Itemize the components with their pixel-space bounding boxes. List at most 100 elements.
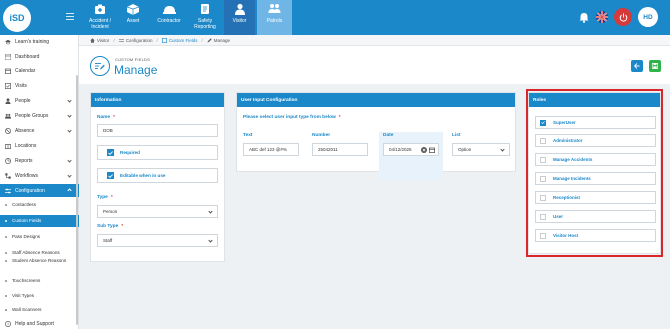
sidebar-subitem-wall-scanners[interactable]: Wall Scanners — [0, 305, 79, 315]
required-checkbox-row[interactable]: Required — [97, 145, 218, 160]
bullet-dot — [5, 280, 7, 282]
required-asterisk: * — [121, 224, 124, 229]
group-icon — [5, 113, 11, 119]
type-label: Type * — [97, 195, 113, 200]
sidebar-item-locations[interactable]: Locations — [0, 140, 79, 152]
sidebar-item-workflows[interactable]: Workflows — [0, 170, 79, 182]
sidebar-item-visits[interactable]: Visits — [0, 80, 79, 92]
sidebar-subitem-label: Touchscreens — [12, 278, 41, 283]
text-option-label[interactable]: Text — [243, 133, 253, 138]
sidebar-item-dashboard[interactable]: Dashboard — [0, 51, 79, 63]
sidebar-subitem-label: Student Absence Reasons — [12, 258, 67, 263]
sidebar-item-people[interactable]: People — [0, 95, 79, 107]
editable-checkbox-row[interactable]: Editable when in use — [97, 168, 218, 183]
avatar[interactable]: HD — [638, 7, 658, 27]
chevron-down-icon — [67, 98, 72, 103]
name-value: DOB — [103, 128, 113, 133]
visits-icon — [5, 83, 11, 89]
graduation-icon — [5, 39, 11, 45]
sidebar-item-label: Help and Support — [15, 321, 54, 327]
module-accident-incident[interactable]: Accident / Incident — [84, 0, 116, 35]
brand-logo[interactable]: iSD — [3, 4, 31, 32]
module-contractor[interactable]: Contractor — [152, 0, 186, 35]
type-label-text: Type — [97, 195, 108, 200]
bullet-dot — [5, 204, 7, 206]
required-checkbox[interactable] — [107, 149, 114, 156]
home-icon — [90, 37, 95, 43]
bullet-dot — [5, 260, 7, 262]
clear-icon — [421, 147, 427, 153]
date-sample-input[interactable]: 04/12/2025 — [383, 143, 439, 156]
text-sample-input[interactable]: ABC def 123 @#% — [243, 143, 299, 156]
breadcrumb-custom-fields[interactable]: Custom Fields — [169, 38, 198, 43]
subtype-select[interactable]: Staff — [97, 234, 218, 247]
bell-icon[interactable] — [578, 11, 590, 23]
list-sample-select[interactable]: Option — [452, 143, 510, 156]
module-patrols[interactable]: Patrols — [257, 0, 292, 35]
save-button[interactable] — [649, 60, 661, 72]
breadcrumb-visitor[interactable]: Visitor — [97, 38, 109, 43]
sidebar-subitem-pass-designs[interactable]: Pass Designs — [0, 232, 79, 242]
number-sample-input[interactable]: 25042011 — [312, 143, 368, 156]
user-input-card: User Input Configuration Please select u… — [236, 92, 516, 180]
power-icon[interactable] — [614, 8, 632, 26]
sidebar-item-label: Configuration — [15, 187, 45, 194]
safety-icon — [198, 3, 212, 15]
chevron-down-icon — [67, 128, 72, 133]
chevron-up-icon — [67, 188, 72, 193]
number-option-label[interactable]: Number — [312, 133, 330, 138]
sidebar-subitem-label: Wall Scanners — [12, 307, 42, 312]
sidebar-item-configuration[interactable]: Configuration — [0, 184, 79, 197]
module-asset[interactable]: Asset — [118, 0, 148, 35]
chevron-down-icon — [208, 238, 213, 243]
sidebar-item-calendar[interactable]: Calendar — [0, 65, 79, 77]
page-subtitle: CUSTOM FIELDS — [115, 57, 150, 62]
user-input-title: User Input Configuration — [241, 97, 298, 103]
sidebar-item-absence[interactable]: Absence — [0, 125, 79, 137]
date-option-selected[interactable] — [379, 132, 443, 180]
chevron-down-icon — [208, 209, 213, 214]
date-option-label[interactable]: Date — [383, 133, 393, 138]
sidebar-item-people-groups[interactable]: People Groups — [0, 110, 79, 122]
module-label: Safety Reporting — [194, 18, 216, 30]
pencil-icon — [207, 37, 212, 43]
arrow-left-icon — [634, 63, 640, 69]
sidebar-subitem-contactless[interactable]: Contactless — [0, 200, 79, 210]
breadcrumb-separator: / — [113, 37, 115, 43]
editable-checkbox[interactable] — [107, 172, 114, 179]
sidebar-scrollbar[interactable] — [76, 75, 78, 325]
sidebar-item-label: Absence — [15, 128, 35, 134]
breadcrumb-configuration[interactable]: Configuration — [126, 38, 153, 43]
breadcrumb-manage: Manage — [213, 37, 231, 43]
sidebar-item-help-and-support[interactable]: ? Help and Support — [0, 319, 79, 329]
module-safety-reporting[interactable]: Safety Reporting — [188, 0, 222, 35]
sidebar-subitem-staff-absence-reasons[interactable]: Staff Absence Reasons — [0, 248, 79, 258]
sidebar-item-label: Locations — [15, 143, 37, 149]
sidebar-subitem-visit-types[interactable]: Visit Types — [0, 291, 79, 301]
sidebar-item-learns-training[interactable]: Learn's training — [0, 36, 79, 48]
type-value: Person — [103, 209, 118, 214]
number-sample-value: 25042011 — [318, 147, 338, 152]
sidebar-item-reports[interactable]: Reports — [0, 155, 79, 167]
sidebar-subitem-touchscreens[interactable]: Touchscreens — [0, 276, 79, 286]
sidebar-subitem-label: Custom Fields — [12, 218, 42, 223]
save-icon — [652, 63, 658, 69]
name-label: Name * — [97, 115, 115, 120]
required-asterisk: * — [338, 115, 341, 120]
calendar-icon — [429, 147, 435, 153]
sidebar: Learn's training Dashboard Calendar Visi… — [0, 35, 79, 329]
contractor-icon — [162, 3, 176, 15]
type-select[interactable]: Person — [97, 205, 218, 218]
menu-icon[interactable] — [66, 13, 74, 20]
sidebar-subitem-student-absence-reasons[interactable]: Student Absence Reasons — [0, 258, 74, 272]
name-input[interactable]: DOB — [97, 124, 218, 137]
page-header: CUSTOM FIELDS Manage — [79, 46, 670, 84]
module-visitor[interactable]: Visitor — [224, 0, 255, 35]
back-button[interactable] — [631, 60, 643, 72]
list-option-label[interactable]: List — [452, 133, 461, 138]
sidebar-subitem-custom-fields[interactable]: Custom Fields — [0, 215, 79, 227]
subtype-value: Staff — [103, 238, 113, 243]
sidebar-item-label: Visits — [15, 83, 27, 89]
sidebar-subitem-label: Visit Types — [12, 293, 35, 298]
uk-flag-icon[interactable] — [596, 11, 608, 23]
